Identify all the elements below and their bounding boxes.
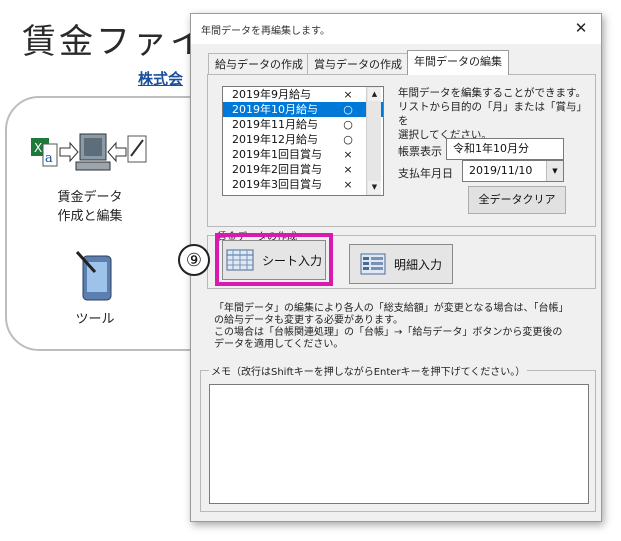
tab-bonus-create[interactable]: 賞与データの作成	[307, 53, 409, 74]
memo-textarea[interactable]	[209, 384, 589, 504]
list-scrollbar[interactable]: ▲ ▼	[366, 87, 381, 195]
clear-all-button[interactable]: 全データクリア	[468, 186, 566, 214]
list-item-selected[interactable]: 2019年10月給与 ○	[223, 102, 383, 117]
detail-input-label: 明細入力	[393, 257, 442, 272]
close-button[interactable]: ✕	[567, 16, 595, 40]
step-number-badge: ⑨	[178, 244, 210, 276]
list-item[interactable]: 2019年12月給与 ○	[223, 132, 383, 147]
scroll-up-icon[interactable]: ▲	[368, 88, 381, 101]
wage-data-tile[interactable]: X a 賃金データ 作成と編集	[30, 132, 150, 224]
status-mark: ×	[343, 148, 353, 161]
wage-data-label: 賃金データ 作成と編集	[57, 190, 123, 224]
list-item[interactable]: 2019年3回目賞与 ×	[223, 177, 383, 192]
status-mark: ○	[343, 103, 353, 116]
company-link[interactable]: 株式会	[138, 68, 183, 89]
status-mark: ×	[343, 88, 353, 101]
detail-input-button[interactable]: 明細入力	[349, 244, 453, 284]
wage-data-edit-icon: X a	[31, 133, 147, 171]
tab-annual-edit[interactable]: 年間データの編集	[407, 50, 509, 75]
svg-text:a: a	[45, 151, 53, 166]
tab-description: 年間データを編集することができます。 リストから目的の「月」または「賞与」を 選…	[398, 87, 587, 141]
list-item[interactable]: 2019年11月給与 ○	[223, 117, 383, 132]
dialog-title: 年間データを再編集します。	[201, 26, 330, 37]
detail-list-icon	[360, 253, 386, 275]
pay-date-combo[interactable]: 2019/11/10 ▼	[462, 160, 564, 182]
status-mark: ○	[343, 118, 353, 131]
svg-text:X: X	[34, 141, 42, 155]
tab-salary-create[interactable]: 給与データの作成	[208, 53, 310, 74]
display-label: 帳票表示	[398, 145, 442, 158]
status-mark: ×	[343, 163, 353, 176]
display-field[interactable]: 令和1年10月分	[446, 138, 564, 160]
list-item[interactable]: 2019年2回目賞与 ×	[223, 162, 383, 177]
highlight-frame	[215, 233, 333, 286]
status-mark: ○	[343, 133, 353, 146]
tool-label: ツール	[75, 312, 115, 327]
app-title: 賃金ファイ	[22, 22, 207, 62]
memo-title: メモ（改行はShiftキーを押しながらEnterキーを押下げてください。）	[209, 363, 528, 378]
tool-tile[interactable]: ツール	[55, 250, 135, 330]
list-item[interactable]: 2019年1回目賞与 ×	[223, 147, 383, 162]
phone-tool-icon	[75, 250, 112, 301]
scroll-down-icon[interactable]: ▼	[368, 181, 381, 194]
month-listbox[interactable]: 2019年9月給与 × 2019年10月給与 ○ 2019年11月給与 ○ 2019年…	[222, 86, 384, 196]
pay-date-label: 支払年月日	[398, 167, 453, 180]
chevron-down-icon[interactable]: ▼	[546, 161, 563, 181]
notice-text: 「年間データ」の編集により各人の「総支給額」が変更となる場合は、「台帳」 の給与…	[214, 303, 569, 350]
list-item[interactable]: 2019年9月給与 ×	[223, 87, 383, 102]
status-mark: ×	[343, 178, 353, 191]
